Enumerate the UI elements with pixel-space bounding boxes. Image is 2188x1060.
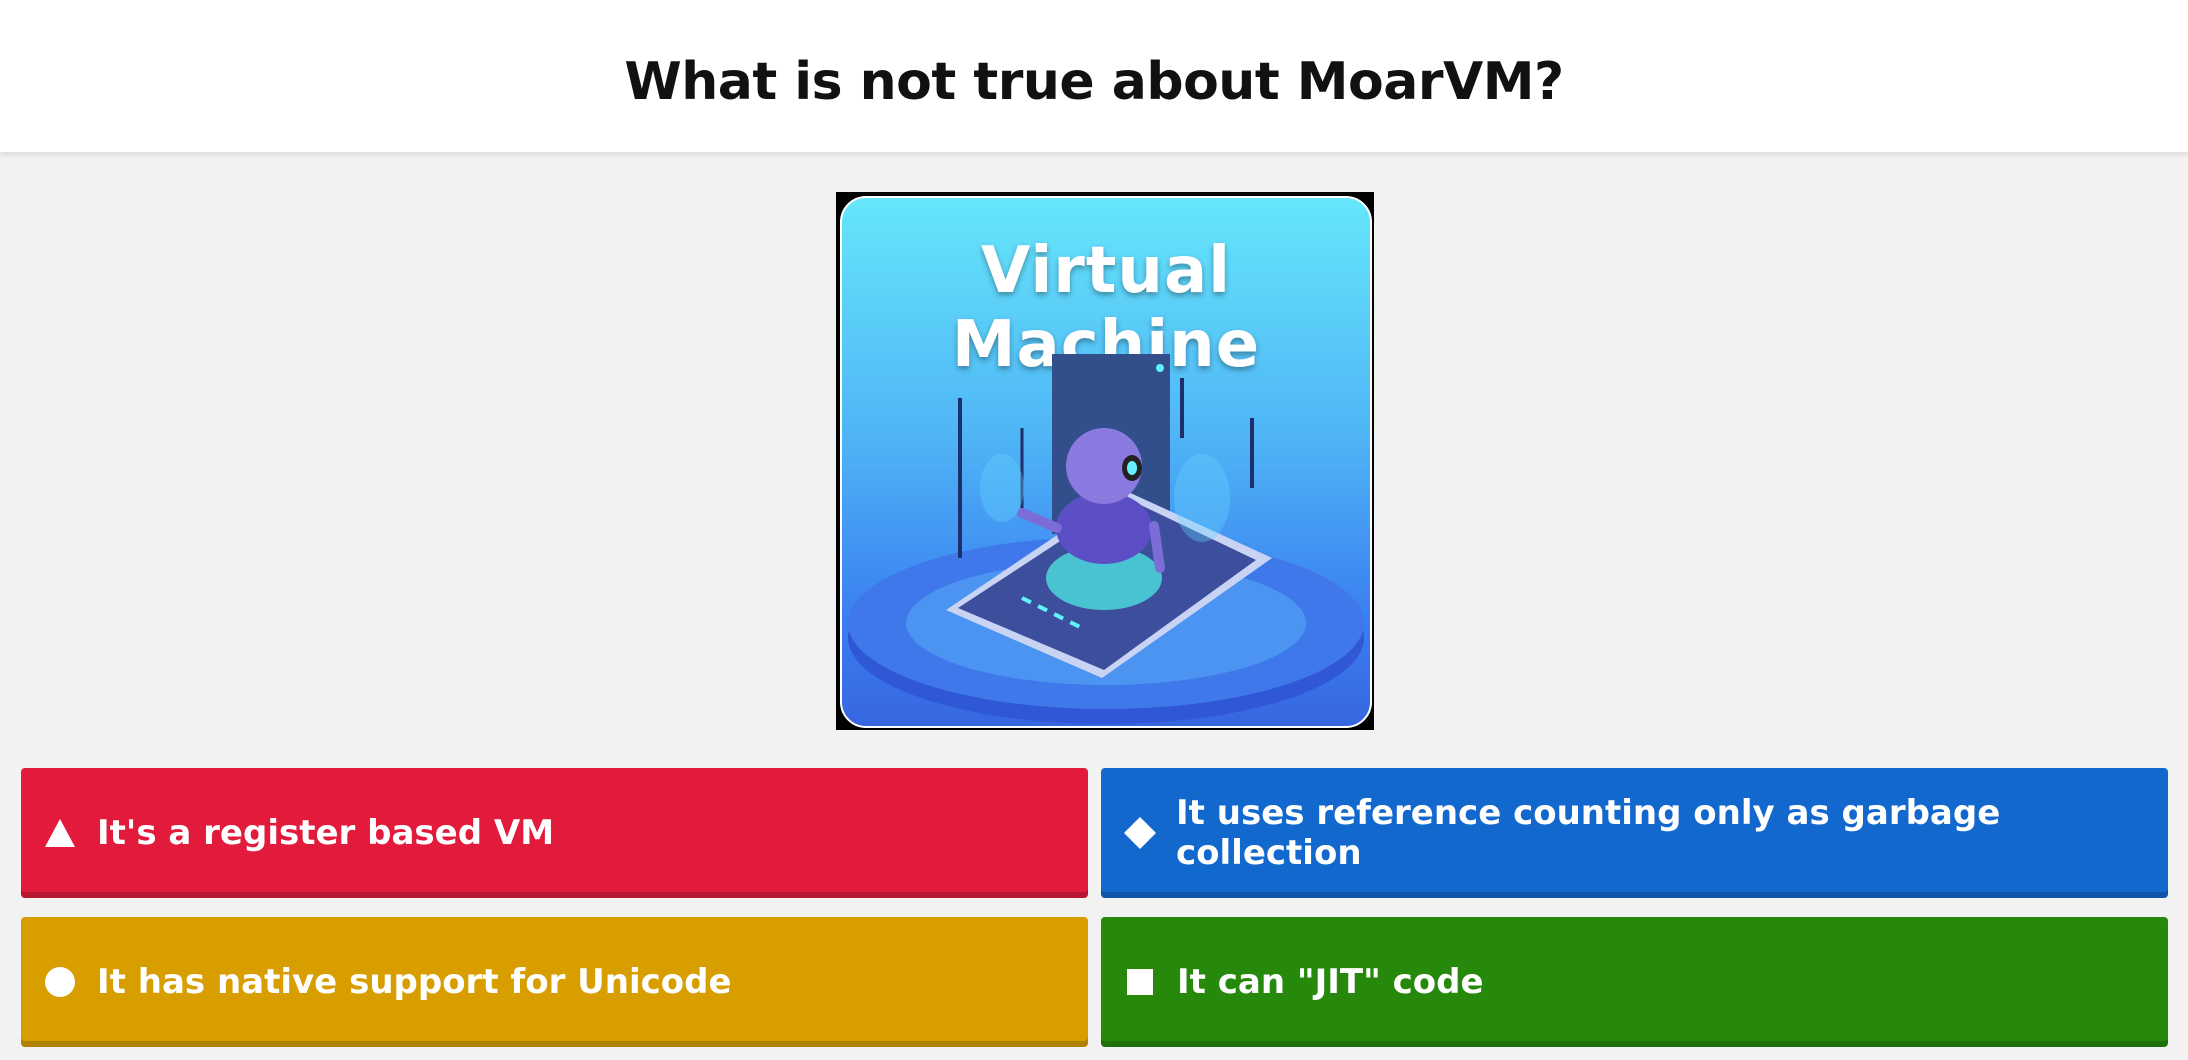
triangle-icon	[43, 816, 77, 850]
answer-yellow[interactable]: It has native support for Unicode	[21, 917, 1088, 1047]
answer-blue[interactable]: It uses reference counting only as garba…	[1101, 768, 2168, 898]
square-icon	[1123, 965, 1157, 999]
robot-phone-illustration	[848, 354, 1364, 724]
answer-label: It uses reference counting only as garba…	[1176, 793, 2001, 873]
answer-label: It can "JIT" code	[1177, 962, 1484, 1002]
answer-green[interactable]: It can "JIT" code	[1101, 917, 2168, 1047]
circle-icon	[43, 965, 77, 999]
diamond-icon	[1123, 816, 1156, 850]
answer-label: It has native support for Unicode	[97, 962, 732, 1002]
question-header: What is not true about MoarVM?	[0, 0, 2188, 152]
answer-label: It's a register based VM	[97, 813, 555, 853]
question-image: Virtual Machine	[836, 192, 1374, 730]
virtual-machine-illustration: Virtual Machine	[840, 196, 1372, 728]
answer-red[interactable]: It's a register based VM	[21, 768, 1088, 898]
question-title: What is not true about MoarVM?	[624, 52, 1564, 112]
